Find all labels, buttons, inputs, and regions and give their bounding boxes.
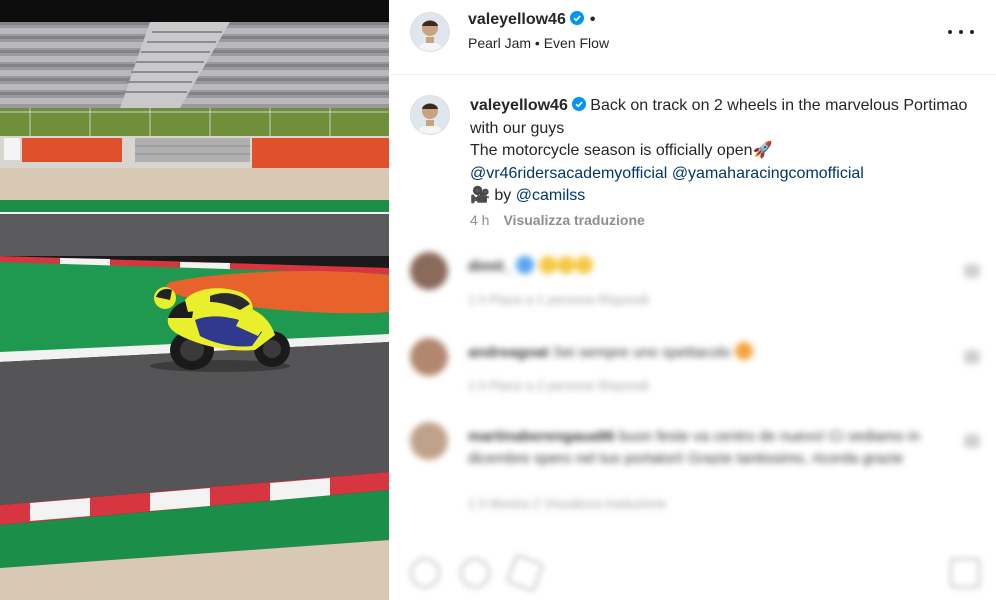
post-caption: valeyellow46 Back on track on 2 wheels i… — [390, 75, 996, 245]
caption-text: valeyellow46 Back on track on 2 wheels i… — [470, 95, 970, 208]
comment-username[interactable]: dimit_ — [468, 258, 512, 275]
profile-photo-image — [411, 96, 449, 134]
comment-meta: 1 h Mostra 2 Visualizza traduzione — [468, 496, 667, 511]
comment-text: andreagoat Sei sempre uno spettacolo — [468, 342, 948, 364]
comment-body: Sei sempre uno spettacolo — [553, 344, 731, 361]
action-bar — [396, 548, 992, 600]
comment-meta: 1 h Piace a 2 persone Rispondi — [468, 378, 649, 393]
comment-text: martinaberengaua96 buon feste va centro … — [468, 426, 948, 470]
verified-badge-icon — [569, 11, 584, 25]
username-link[interactable]: valeyellow46 — [468, 11, 566, 28]
track-scene-image — [0, 0, 389, 600]
caption-avatar[interactable] — [410, 95, 450, 135]
comment-text: dimit_ — [468, 256, 948, 278]
avatar[interactable] — [410, 12, 450, 52]
list-item: martinaberengaua96 buon feste va centro … — [396, 418, 992, 518]
verified-badge-icon — [571, 97, 586, 111]
heart-icon[interactable] — [964, 434, 980, 448]
mention-link[interactable]: @camilss — [516, 187, 586, 204]
caption-line-2: The motorcycle season is officially open… — [470, 142, 773, 159]
avatar[interactable] — [410, 422, 448, 460]
caption-meta: 4 h Visualizza traduzione — [470, 212, 645, 228]
avatar[interactable] — [410, 252, 448, 290]
profile-photo-image — [411, 13, 449, 51]
mention-link[interactable]: @yamaharacingcomofficial — [672, 165, 864, 182]
bookmark-icon[interactable] — [950, 558, 980, 588]
more-options-icon[interactable] — [948, 20, 974, 44]
credit-prefix: 🎥 by — [470, 187, 516, 204]
header-separator: • — [589, 11, 596, 28]
post-details-panel: valeyellow46 • Pearl Jam • Even Flow vale… — [390, 0, 996, 600]
mention-link[interactable]: @vr46ridersacademyofficial — [470, 165, 667, 182]
comment-username[interactable]: andreagoat — [468, 344, 549, 361]
heart-icon[interactable] — [964, 264, 980, 278]
audio-track-link[interactable]: Pearl Jam • Even Flow — [468, 35, 609, 51]
post-timestamp[interactable]: 4 h — [470, 212, 489, 228]
comment-icon[interactable] — [460, 558, 490, 588]
list-item: dimit_ 1 h Piace a 1 persona Rispondi — [396, 248, 992, 320]
see-translation-button[interactable]: Visualizza traduzione — [503, 212, 644, 228]
caption-username-link[interactable]: valeyellow46 — [470, 97, 568, 114]
header-title-row: valeyellow46 • — [468, 11, 595, 29]
heart-icon[interactable] — [410, 558, 440, 588]
comment-meta: 1 h Piace a 1 persona Rispondi — [468, 292, 649, 307]
post-header: valeyellow46 • Pearl Jam • Even Flow — [390, 0, 996, 75]
post-media[interactable] — [0, 0, 389, 600]
avatar[interactable] — [410, 338, 448, 376]
share-icon[interactable] — [505, 553, 545, 593]
comment-username[interactable]: martinaberengaua96 — [468, 428, 615, 445]
heart-icon[interactable] — [964, 350, 980, 364]
list-item: andreagoat Sei sempre uno spettacolo 1 h… — [396, 334, 992, 406]
